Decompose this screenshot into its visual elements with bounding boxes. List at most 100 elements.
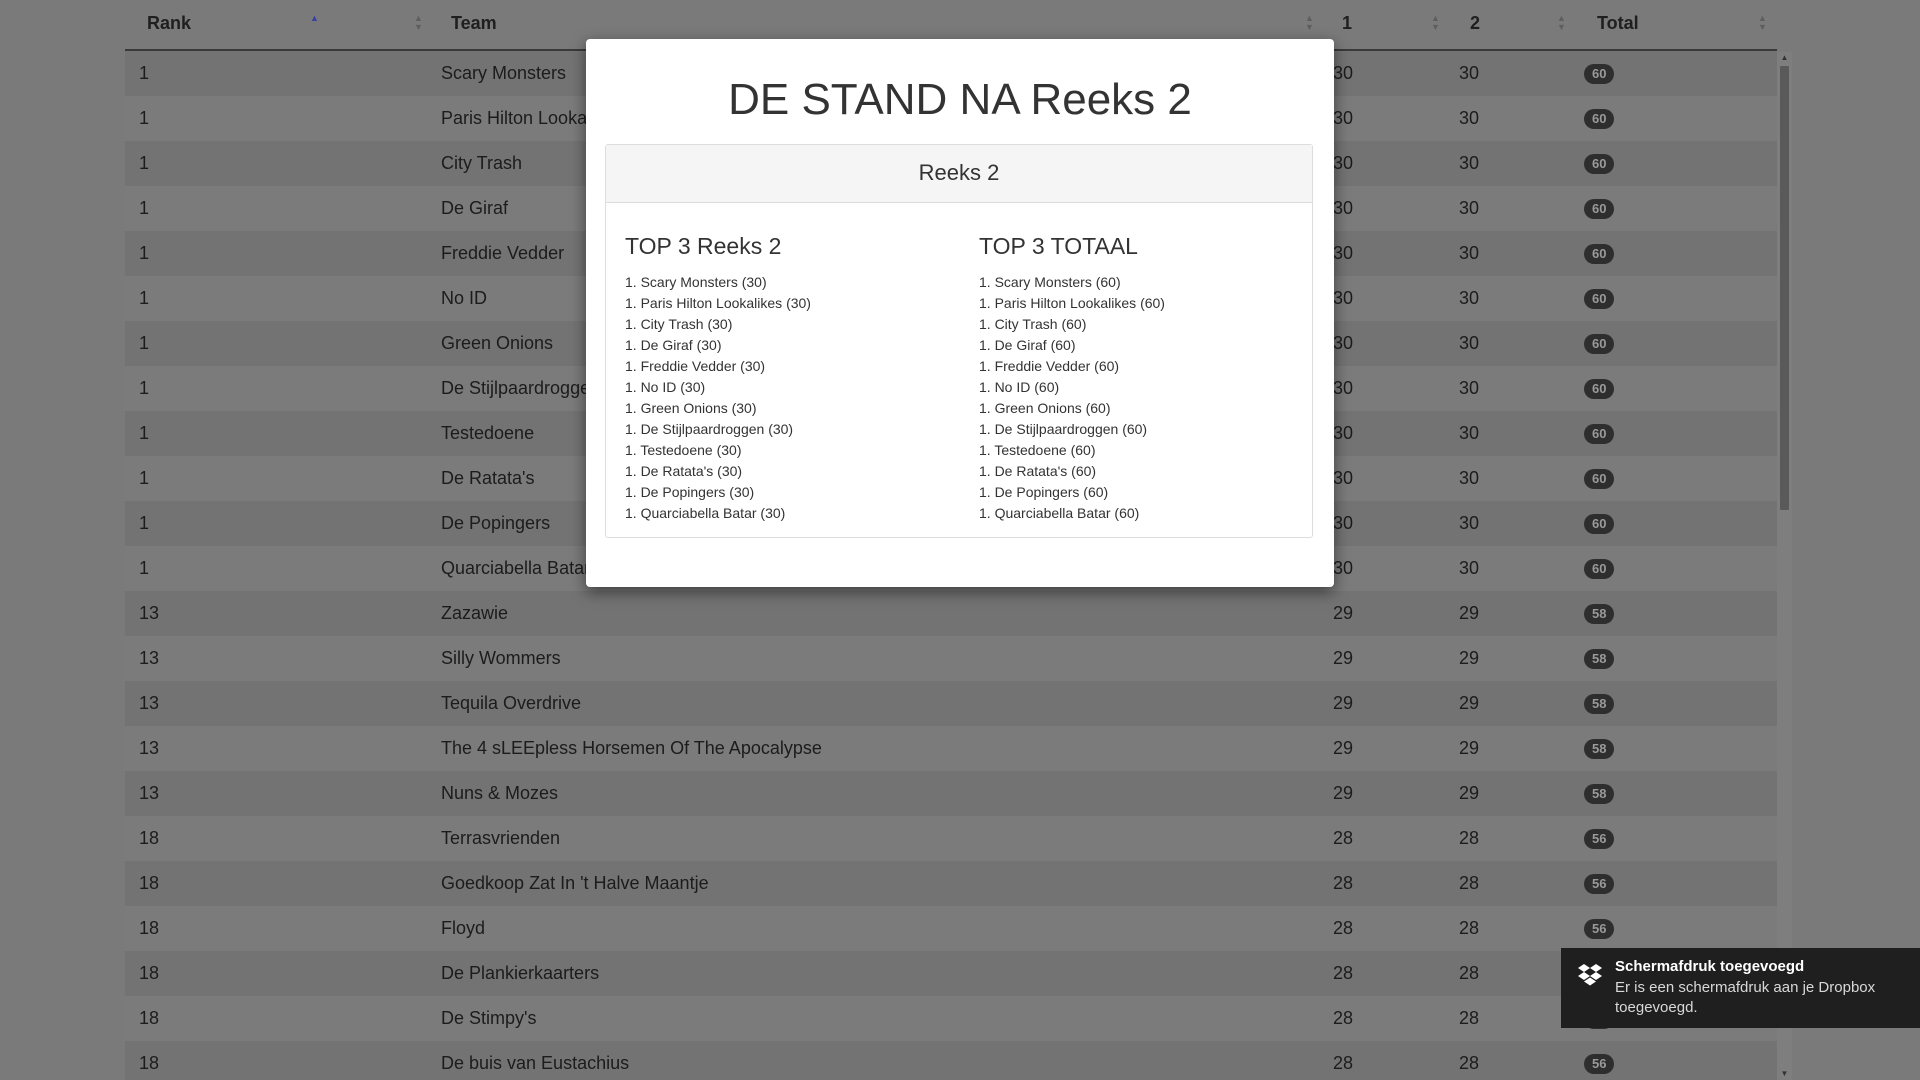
total-badge: 58 <box>1584 739 1615 760</box>
round-2-cell: 28 <box>1459 918 1480 938</box>
round-1-cell: 30 <box>1333 513 1354 533</box>
total-badge: 56 <box>1584 919 1615 940</box>
round-2-cell: 30 <box>1459 558 1480 578</box>
column-header-rank[interactable]: Rank <box>147 0 191 47</box>
rank-cell: 18 <box>139 963 160 983</box>
round-2-cell: 29 <box>1459 693 1480 713</box>
team-cell: Terrasvrienden <box>441 828 561 848</box>
list-item: 1. De Stijlpaardroggen (60) <box>979 421 1148 437</box>
column-header-team[interactable]: Team <box>451 0 497 47</box>
round-1-cell: 28 <box>1333 1008 1354 1028</box>
page-scrollbar[interactable]: ▲ ▼ <box>1777 52 1792 1080</box>
sort-both-icon[interactable]: ▲ ▼ <box>1431 14 1440 32</box>
total-badge: 60 <box>1584 64 1615 85</box>
column-header-round-1[interactable]: 1 <box>1342 0 1352 47</box>
list-item: 1. Scary Monsters (60) <box>979 274 1121 290</box>
total-cell: 60 <box>1584 96 1615 141</box>
team-cell: Nuns & Mozes <box>441 783 559 803</box>
total-badge: 60 <box>1584 154 1615 175</box>
team-cell: Zazawie <box>441 603 509 623</box>
team-cell: De Plankierkaarters <box>441 963 600 983</box>
list-item: 1. Testedoene (30) <box>625 442 742 458</box>
round-1-cell: 30 <box>1333 243 1354 263</box>
team-cell: Green Onions <box>441 333 554 353</box>
round-1-cell: 29 <box>1333 738 1354 758</box>
rank-cell: 13 <box>139 693 160 713</box>
rank-cell: 18 <box>139 1008 160 1028</box>
team-cell: City Trash <box>441 153 523 173</box>
team-cell: Freddie Vedder <box>441 243 565 263</box>
table-row: 18De Plankierkaarters282856 <box>125 951 1777 996</box>
rank-cell: 1 <box>139 243 150 263</box>
rank-cell: 18 <box>139 1053 160 1073</box>
team-cell: De Stimpy's <box>441 1008 537 1028</box>
total-badge: 58 <box>1584 784 1615 805</box>
scroll-down-arrow-icon[interactable]: ▼ <box>1777 1068 1792 1080</box>
list-item: 1. De Giraf (60) <box>979 337 1076 353</box>
team-cell: De Giraf <box>441 198 509 218</box>
total-cell: 60 <box>1584 546 1615 591</box>
round-1-cell: 28 <box>1333 918 1354 938</box>
table-row: 18 Floyd 28 28 56 <box>125 906 1777 951</box>
team-cell: Floyd <box>441 918 486 938</box>
list-item: 1. De Giraf (30) <box>625 337 722 353</box>
dropbox-notification[interactable]: Schermafdruk toegevoegd Er is een scherm… <box>1561 948 1920 1028</box>
table-row: 18De Stimpy's282856 <box>125 996 1777 1041</box>
round-1-cell: 28 <box>1333 873 1354 893</box>
round-1-cell: 30 <box>1333 333 1354 353</box>
round-1-cell: 30 <box>1333 558 1354 578</box>
round-2-cell: 30 <box>1459 423 1480 443</box>
total-badge: 56 <box>1584 1054 1615 1075</box>
total-cell: 60 <box>1584 141 1615 186</box>
top3-round-heading: TOP 3 Reeks 2 <box>625 233 782 259</box>
round-1-cell: 30 <box>1333 468 1354 488</box>
round-1-cell: 30 <box>1333 108 1354 128</box>
column-header-total[interactable]: Total <box>1597 0 1639 47</box>
total-cell: 58 <box>1584 636 1615 681</box>
sort-ascending-icon[interactable]: ▲ <box>310 14 319 32</box>
list-item: 1. City Trash (60) <box>979 316 1087 332</box>
list-item: 1. Freddie Vedder (30) <box>625 358 766 374</box>
total-badge: 60 <box>1584 424 1615 445</box>
top3-round-list: 1. Scary Monsters (30) 1. Paris Hilton Lo… <box>625 272 965 524</box>
total-cell: 60 <box>1584 51 1615 96</box>
sort-both-icon[interactable]: ▲ ▼ <box>1305 14 1314 32</box>
total-cell: 56 <box>1584 861 1615 906</box>
round-1-cell: 28 <box>1333 1053 1354 1073</box>
table-row: 13 Zazawie 29 29 58 <box>125 591 1777 636</box>
column-header-round-2[interactable]: 2 <box>1470 0 1480 47</box>
rank-cell: 1 <box>139 468 150 488</box>
round-1-cell: 29 <box>1333 783 1354 803</box>
total-badge: 60 <box>1584 244 1615 265</box>
total-cell: 60 <box>1584 321 1615 366</box>
round-1-cell: 30 <box>1333 378 1354 398</box>
table-row: 18 De buis van Eustachius 28 28 56 <box>125 1041 1777 1080</box>
rank-cell: 13 <box>139 648 160 668</box>
round-2-cell: 28 <box>1459 873 1480 893</box>
table-row: 13 Silly Wommers 29 29 58 <box>125 636 1777 681</box>
rank-cell: 1 <box>139 333 150 353</box>
scrollbar-thumb[interactable] <box>1780 66 1789 510</box>
rank-cell: 1 <box>139 288 150 308</box>
sort-both-icon[interactable]: ▲ ▼ <box>1557 14 1566 32</box>
toast-message: Er is een schermafdruk aan je Dropbox to… <box>1615 979 1876 1016</box>
table-row: 18 Goedkoop Zat In 't Halve Maantje 28 28 56 <box>125 861 1777 906</box>
sort-both-icon[interactable]: ▲ ▼ <box>1758 14 1767 32</box>
total-badge: 58 <box>1584 694 1615 715</box>
scroll-up-arrow-icon[interactable]: ▲ <box>1777 52 1792 64</box>
round-1-cell: 29 <box>1333 648 1354 668</box>
rank-cell: 1 <box>139 63 150 83</box>
total-cell: 60 <box>1584 276 1615 321</box>
rank-cell: 1 <box>139 378 150 398</box>
sort-both-icon[interactable]: ▲ ▼ <box>414 14 423 32</box>
total-cell: 60 <box>1584 501 1615 546</box>
list-item: 1. Testedoene (60) <box>979 442 1096 458</box>
round-2-cell: 29 <box>1459 603 1480 623</box>
total-badge: 60 <box>1584 289 1615 310</box>
round-1-cell: 28 <box>1333 828 1354 848</box>
list-item: 1. De Ratata's (30) <box>625 463 743 479</box>
round-2-cell: 30 <box>1459 513 1480 533</box>
round-2-cell: 30 <box>1459 468 1480 488</box>
total-badge: 60 <box>1584 514 1615 535</box>
toast-title: Schermafdruk toegevoegd <box>1615 958 1805 975</box>
